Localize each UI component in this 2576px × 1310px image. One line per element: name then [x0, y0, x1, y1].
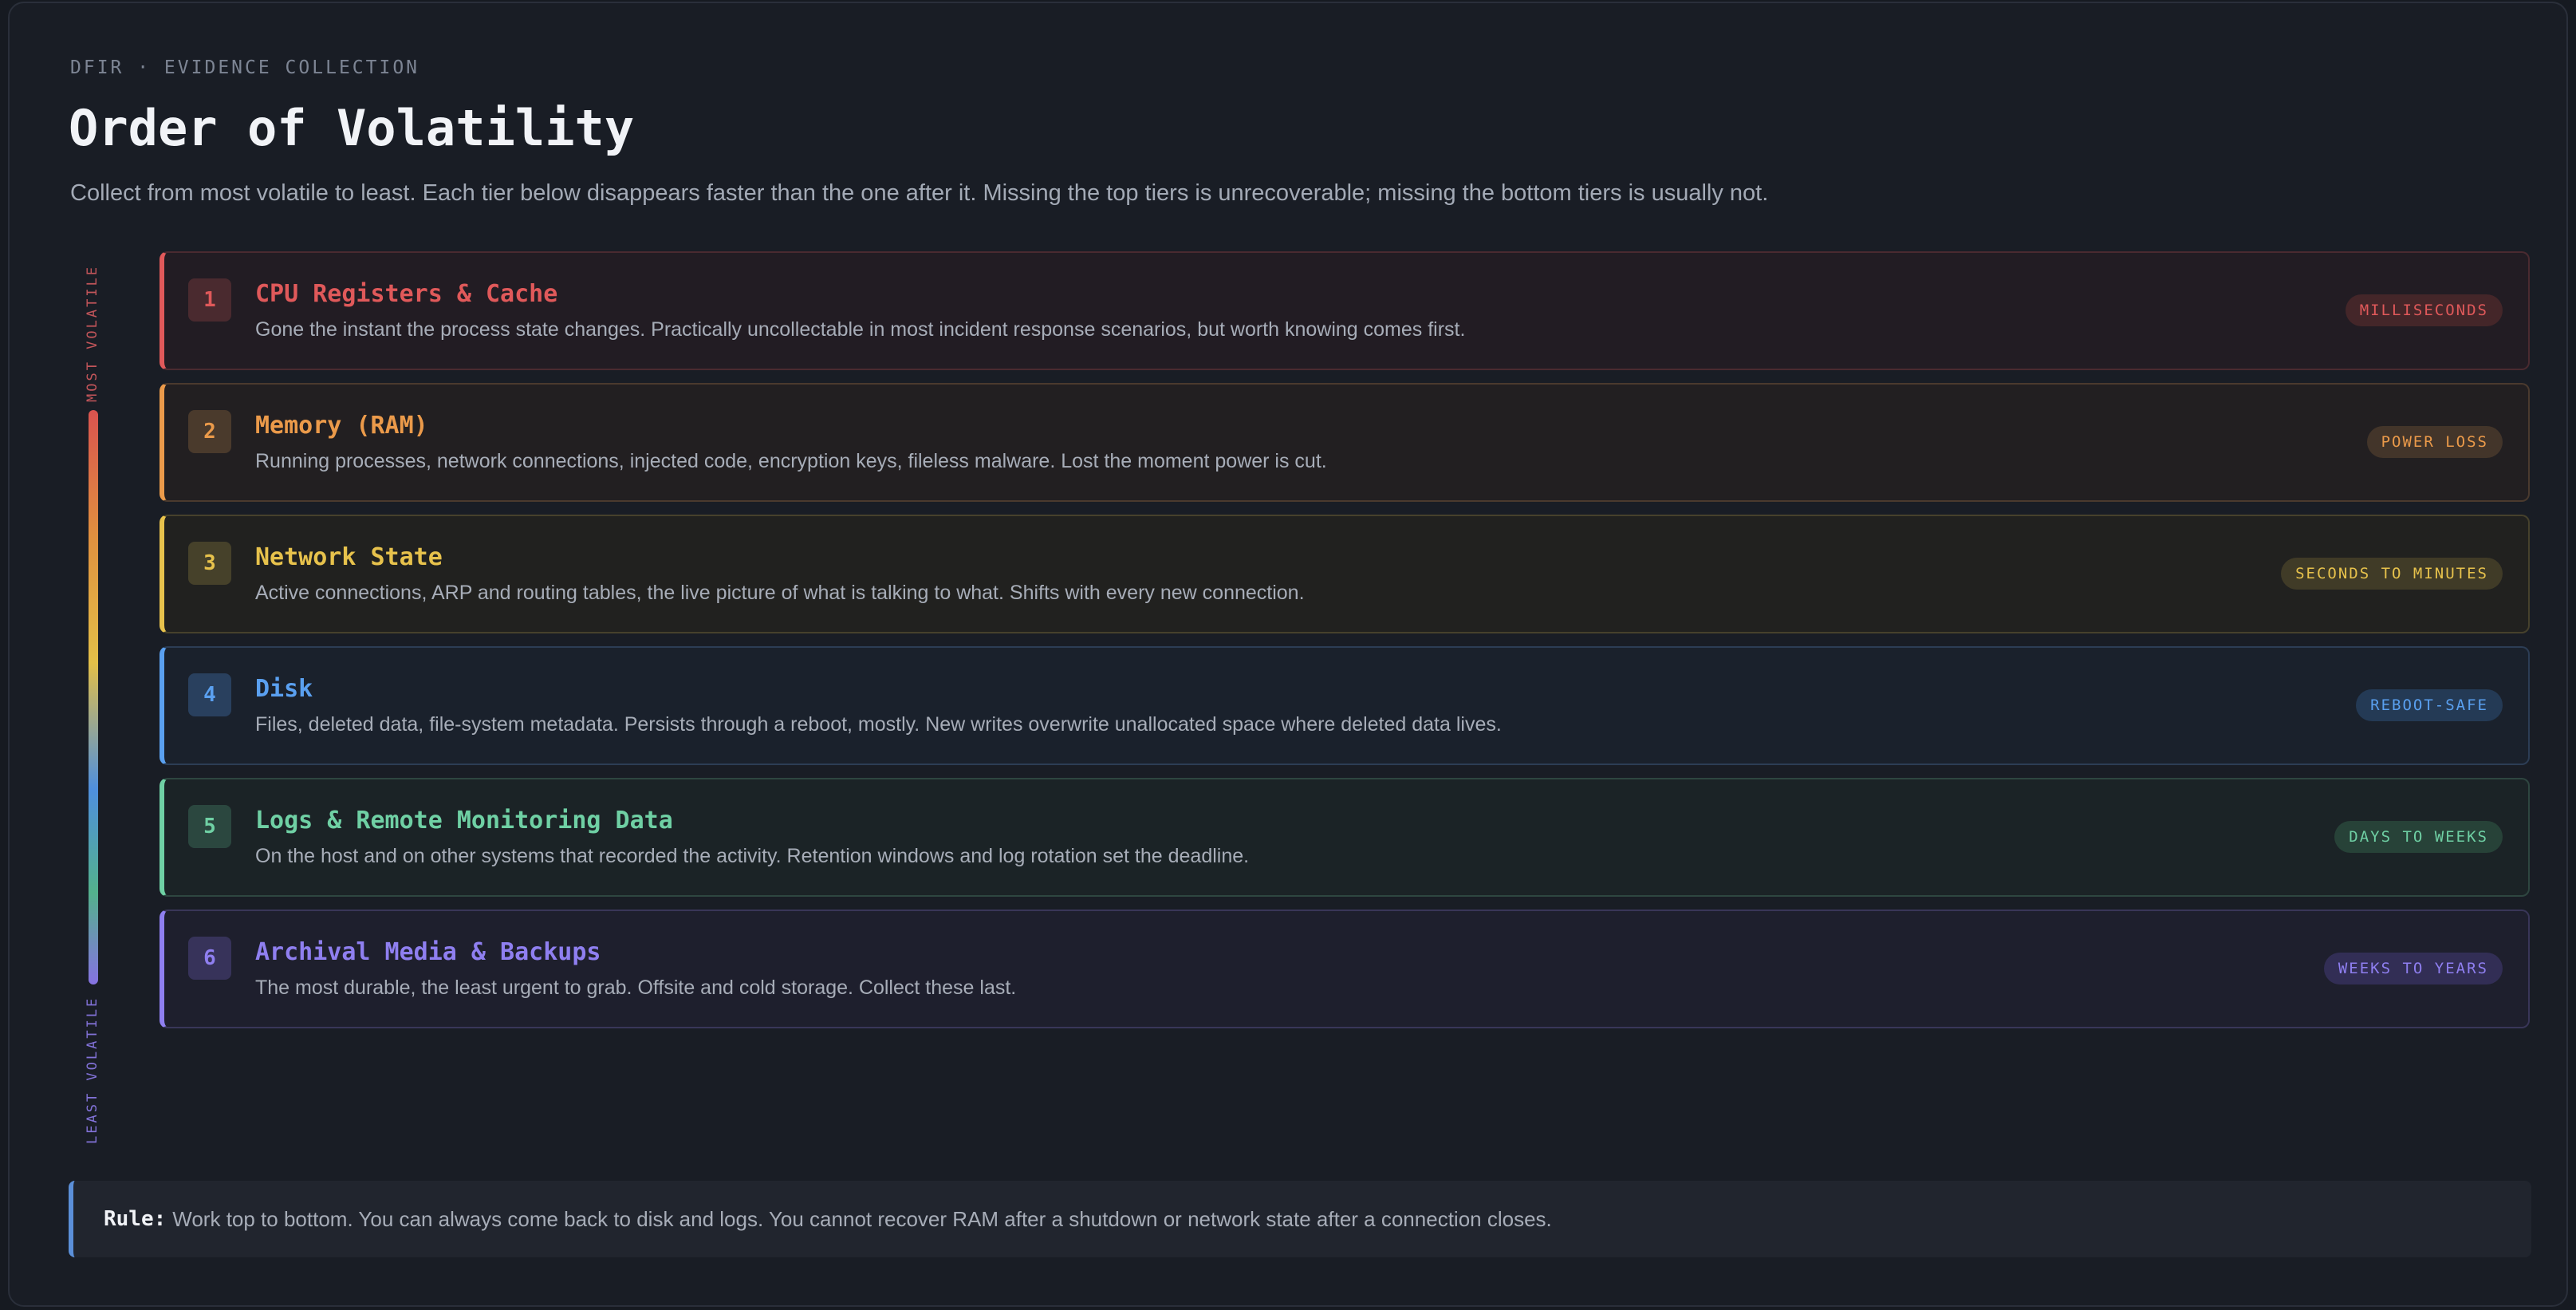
panel-frame: DFIR · EVIDENCE COLLECTION Order of Vola…	[8, 2, 2568, 1307]
axis-label-most-volatile: MOST VOLATILE	[85, 264, 100, 402]
tier-timeframe-badge: DAYS TO WEEKS	[2334, 821, 2503, 853]
tier-timeframe-badge: REBOOT-SAFE	[2356, 689, 2503, 721]
tier-card: 4 Disk Files, deleted data, file-system me…	[160, 646, 2530, 765]
rule-label: Rule:	[104, 1207, 167, 1231]
rule-callout: Rule: Work top to bottom. You can always…	[69, 1181, 2531, 1257]
tier-name: Network State	[255, 543, 443, 571]
volatility-axis: MOST VOLATILE LEAST VOLATILE	[78, 262, 110, 1144]
tier-card: 2 Memory (RAM) Running processes, network …	[160, 383, 2530, 502]
tier-name: Logs & Remote Monitoring Data	[255, 807, 673, 835]
tier-number: 5	[188, 805, 231, 848]
tier-description: Active connections, ARP and routing tabl…	[255, 582, 1305, 604]
tier-name: Disk	[255, 675, 313, 703]
tier-number: 2	[188, 410, 231, 453]
tier-name: Archival Media & Backups	[255, 938, 601, 966]
tier-number: 6	[188, 937, 231, 980]
tier-timeframe-badge: SECONDS TO MINUTES	[2281, 558, 2503, 590]
tier-number: 4	[188, 673, 231, 716]
tier-timeframe-badge: WEEKS TO YEARS	[2323, 953, 2503, 984]
tier-card: 6 Archival Media & Backups The most durabl…	[160, 910, 2530, 1028]
tier-timeframe-badge: POWER LOSS	[2366, 426, 2503, 458]
volatility-gradient-bar	[89, 410, 98, 984]
tier-description: Files, deleted data, file-system metadat…	[255, 713, 1502, 736]
tier-name: Memory (RAM)	[255, 412, 428, 440]
tier-list: 1 CPU Registers & Cache Gone the instant t…	[160, 251, 2530, 1041]
tier-description: The most durable, the least urgent to gr…	[255, 977, 1017, 999]
rule-text: Work top to bottom. You can always come …	[172, 1206, 1552, 1231]
tier-name: CPU Registers & Cache	[255, 280, 558, 308]
page-title: Order of Volatility	[69, 99, 635, 157]
tier-card: 5 Logs & Remote Monitoring Data On the hos…	[160, 778, 2530, 897]
eyebrow-label: DFIR · EVIDENCE COLLECTION	[70, 57, 420, 78]
tier-description: On the host and on other systems that re…	[255, 845, 1250, 867]
axis-label-least-volatile: LEAST VOLATILE	[85, 996, 100, 1144]
tier-description: Running processes, network connections, …	[255, 450, 1327, 472]
tier-timeframe-badge: MILLISECONDS	[2345, 294, 2503, 326]
tier-card: 1 CPU Registers & Cache Gone the instant t…	[160, 251, 2530, 370]
tier-description: Gone the instant the process state chang…	[255, 318, 1466, 341]
page-subtitle: Collect from most volatile to least. Eac…	[70, 180, 1769, 206]
tier-card: 3 Network State Active connections, ARP an…	[160, 515, 2530, 633]
tier-number: 1	[188, 278, 231, 322]
tier-number: 3	[188, 542, 231, 585]
